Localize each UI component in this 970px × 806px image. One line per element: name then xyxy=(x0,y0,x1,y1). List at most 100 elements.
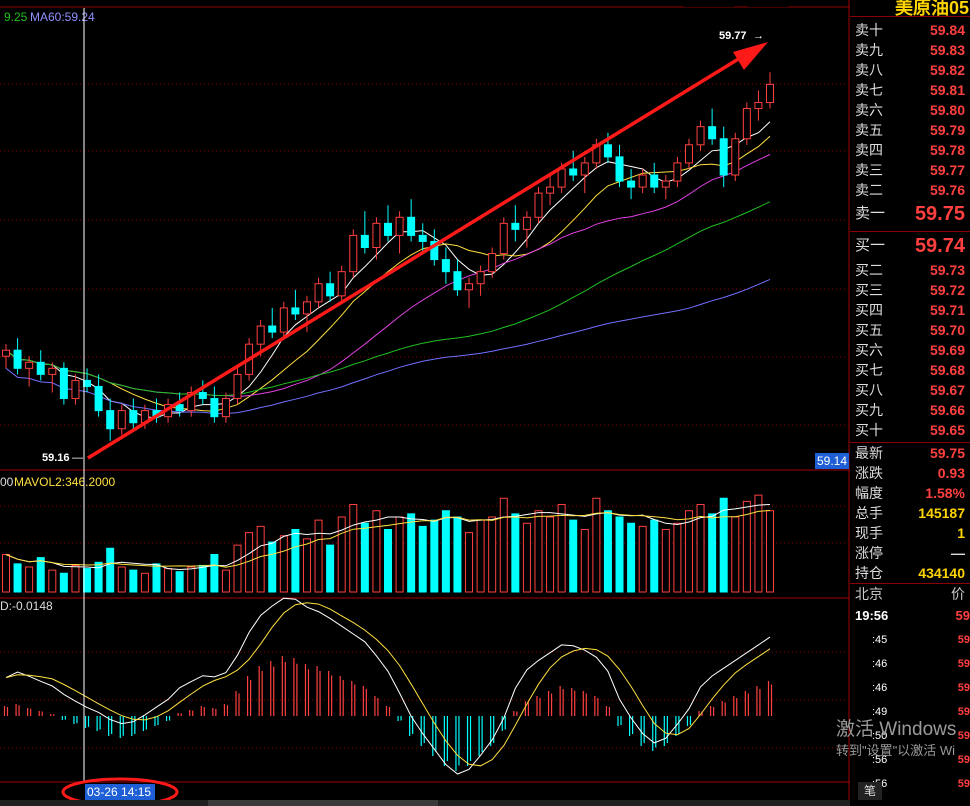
candle-body xyxy=(279,307,288,333)
candle-body xyxy=(48,367,57,375)
bid-level-8[interactable]: 买八 59.67 xyxy=(850,380,970,400)
candle-body xyxy=(499,222,508,255)
candle-body xyxy=(337,271,346,297)
ask-label: 卖四 xyxy=(855,142,883,158)
candle-body xyxy=(407,216,416,236)
candle-body xyxy=(117,410,126,430)
candle-body xyxy=(326,283,335,297)
ask-level-5[interactable]: 卖五 59.79 xyxy=(850,120,970,140)
bid-level-6[interactable]: 买六 59.69 xyxy=(850,340,970,360)
volume-bar xyxy=(673,522,682,593)
bid-level-1[interactable]: 买一 59.74 xyxy=(850,236,970,256)
volume-bar xyxy=(627,522,636,593)
volume-bar xyxy=(441,510,450,593)
mavol-prefix: 00 xyxy=(0,475,14,489)
candle-body xyxy=(198,392,207,400)
bid-price: 59.70 xyxy=(929,322,965,338)
candle-body xyxy=(418,234,427,242)
macd-legend: D:-0.0148 xyxy=(0,599,53,613)
ask-level-4[interactable]: 卖四 59.78 xyxy=(850,140,970,160)
tick-header: 北京 价 xyxy=(850,584,970,604)
bid-level-7[interactable]: 买七 59.68 xyxy=(850,360,970,380)
ask-label: 卖八 xyxy=(855,62,883,78)
candle-body xyxy=(175,404,184,412)
tick-price: 59 xyxy=(955,608,970,623)
stat-row: 涨跌 0.93 xyxy=(850,463,970,483)
candle-body xyxy=(603,144,612,158)
candle-body xyxy=(627,180,636,188)
candle-body xyxy=(638,174,647,188)
candle-body xyxy=(546,186,555,194)
candle-body xyxy=(661,180,670,188)
candle-body xyxy=(615,156,624,182)
volume-bar xyxy=(557,504,566,593)
candle-body xyxy=(742,108,751,140)
ask-label: 卖一 xyxy=(855,205,886,222)
ask-price: 59.76 xyxy=(929,182,965,198)
stat-row: 最新 59.75 xyxy=(850,443,970,463)
volume-bar xyxy=(140,572,149,593)
bid-level-10[interactable]: 买十 59.65 xyxy=(850,420,970,440)
ask-level-7[interactable]: 卖七 59.81 xyxy=(850,80,970,100)
quote-panel: 卖十 59.84 卖九 59.83 卖八 59.82 卖七 59.81 卖六 59.80 卖五 59.… xyxy=(850,0,970,806)
bid-level-3[interactable]: 买三 59.72 xyxy=(850,280,970,300)
candle-body xyxy=(522,216,531,230)
candle-body xyxy=(580,162,589,176)
ask-label: 卖三 xyxy=(855,162,883,178)
ma-legend-partial: 9.25 xyxy=(4,10,28,24)
candle-body xyxy=(233,373,242,400)
volume-bar xyxy=(754,494,763,593)
volume-bar xyxy=(314,519,323,593)
stat-row: 幅度 1.58% xyxy=(850,483,970,503)
bid-level-5[interactable]: 买五 59.70 xyxy=(850,320,970,340)
stat-row: 总手 145187 xyxy=(850,503,970,523)
volume-bar xyxy=(268,541,277,593)
volume-bar xyxy=(522,522,531,593)
tick-time: :46 xyxy=(872,658,888,670)
bid-level-4[interactable]: 买四 59.71 xyxy=(850,300,970,320)
tick-price: 59 xyxy=(957,778,970,790)
stat-value: — xyxy=(951,545,965,561)
bid-price: 59.73 xyxy=(929,262,965,278)
bid-level-2[interactable]: 买二 59.73 xyxy=(850,260,970,280)
candle-body xyxy=(106,410,115,430)
stat-label: 幅度 xyxy=(855,485,883,501)
ask-level-10[interactable]: 卖十 59.84 xyxy=(850,20,970,40)
crosshair-time-text: 03-26 14:15 xyxy=(87,785,151,799)
candle-body xyxy=(360,234,369,249)
candle-body xyxy=(384,222,392,236)
volume-bar xyxy=(117,566,126,593)
bid-level-9[interactable]: 买九 59.66 xyxy=(850,400,970,420)
ask-price: 59.75 xyxy=(914,203,965,225)
tab-1[interactable] xyxy=(684,0,734,7)
ask-level-6[interactable]: 卖六 59.80 xyxy=(850,100,970,120)
activation-watermark-title: 激活 Windows xyxy=(836,719,957,740)
bid-label: 买七 xyxy=(855,362,883,378)
tab-2[interactable] xyxy=(748,0,788,7)
ask-level-2[interactable]: 卖二 59.76 xyxy=(850,180,970,200)
kline-chart[interactable]: 9.25 MA60:59.24 00 MAVOL2:346.2000 D:-0.… xyxy=(0,0,850,806)
candle-body xyxy=(25,361,34,369)
ask-price: 59.82 xyxy=(929,62,965,78)
tick-footer-tab[interactable]: 笔 xyxy=(858,782,882,800)
stat-value: 59.75 xyxy=(929,445,965,461)
scrollbar-thumb[interactable] xyxy=(208,800,438,806)
ask-level-3[interactable]: 卖三 59.77 xyxy=(850,160,970,180)
bid-label: 买二 xyxy=(855,262,883,278)
ask-label: 卖五 xyxy=(855,122,883,138)
volume-bar xyxy=(256,525,265,593)
bid-price: 59.67 xyxy=(929,382,965,398)
ask-label: 卖十 xyxy=(855,22,883,38)
tick-price: 59 xyxy=(957,658,970,670)
volume-bar xyxy=(499,497,508,593)
volume-bar xyxy=(650,519,659,593)
candle-body xyxy=(94,385,103,412)
volume-bar xyxy=(13,563,22,593)
ask-level-1[interactable]: 卖一 59.75 xyxy=(850,204,970,224)
volume-bar xyxy=(360,522,369,593)
ask-level-9[interactable]: 卖九 59.83 xyxy=(850,40,970,60)
volume-bar xyxy=(175,571,184,593)
ask-level-8[interactable]: 卖八 59.82 xyxy=(850,60,970,80)
bid-price: 59.69 xyxy=(929,342,965,358)
volume-bar xyxy=(326,544,335,593)
